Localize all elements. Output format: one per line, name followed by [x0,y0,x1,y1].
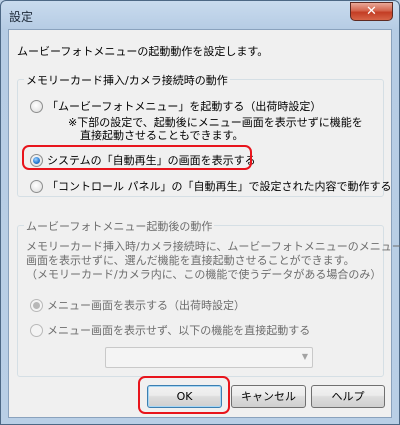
radio-launch-label: 「ムービーフォトメニュー」を起動する（出荷時設定） [47,100,322,113]
window-title: 設定 [9,10,34,24]
radio-control-panel-indicator[interactable] [30,179,43,193]
cancel-button[interactable]: キャンセル [231,385,306,408]
option-note: ※下部の設定で、起動後にメニュー画面を表示せずに機能を 直接起動させることもでき… [68,116,363,142]
radio-control-panel-autoplay[interactable]: 「コントロール パネル」の「自動再生」で設定された内容で動作する [30,178,392,194]
function-select-dropdown[interactable]: ▼ [105,347,313,368]
radio-launch-indicator[interactable] [30,99,43,113]
option-note-line-1: ※下部の設定で、起動後にメニュー画面を表示せずに機能を [68,116,363,129]
description-line-2: 画面を表示せずに、選んだ機能を直接起動させることができます。 [26,254,355,267]
title-bar[interactable]: 設定 ✕ [1,1,399,29]
help-button[interactable]: ヘルプ [311,385,385,408]
cancel-button-label: キャンセル [241,390,296,403]
radio-show-menu-label: メニュー画面を表示する（出荷時設定） [47,299,245,312]
radio-control-panel-label: 「コントロール パネル」の「自動再生」で設定された内容で動作する [47,180,392,193]
group-card-insert-title: メモリーカード挿入/カメラ接続時の動作 [24,72,230,88]
radio-direct-launch-indicator[interactable] [30,323,43,337]
description-line-3: （メモリーカード/カメラ内に、この機能で使うデータがある場合のみ） [26,268,382,281]
chevron-down-icon: ▼ [301,352,308,361]
group-card-insert-behavior: メモリーカード挿入/カメラ接続時の動作 「ムービーフォトメニュー」を起動する（出… [17,72,392,197]
description-line-1: メモリーカード挿入時/カメラ接続時に、ムービーフォトメニューのメニュー [26,240,400,253]
option-note-line-2: 直接起動させることもできます。 [80,129,244,142]
group-after-launch-title: ムービーフォトメニュー起動後の動作 [24,218,215,234]
radio-show-menu-screen[interactable]: メニュー画面を表示する（出荷時設定） [30,297,245,313]
close-icon: ✕ [366,4,377,19]
group-after-launch-behavior: ムービーフォトメニュー起動後の動作 メモリーカード挿入時/カメラ接続時に、ムービ… [17,218,400,377]
radio-launch-movie-photo-menu[interactable]: 「ムービーフォトメニュー」を起動する（出荷時設定） [30,98,321,114]
close-button[interactable]: ✕ [350,2,393,21]
highlight-autoplay-option [22,145,252,170]
dialog-client-area: ムービーフォトメニューの起動動作を設定します。 メモリーカード挿入/カメラ接続時… [8,29,400,418]
highlight-ok-button [138,376,230,414]
radio-show-menu-indicator[interactable] [30,298,43,312]
radio-direct-launch-label: メニュー画面を表示せず、以下の機能を直接起動する [47,324,311,337]
intro-text: ムービーフォトメニューの起動動作を設定します。 [17,45,269,58]
after-launch-description: メモリーカード挿入時/カメラ接続時に、ムービーフォトメニューのメニュー 画面を表… [26,240,400,282]
radio-direct-launch[interactable]: メニュー画面を表示せず、以下の機能を直接起動する [30,322,310,338]
help-button-label: ヘルプ [331,390,365,403]
settings-dialog-window: 設定 ✕ ムービーフォトメニューの起動動作を設定します。 メモリーカード挿入/カ… [0,0,400,425]
